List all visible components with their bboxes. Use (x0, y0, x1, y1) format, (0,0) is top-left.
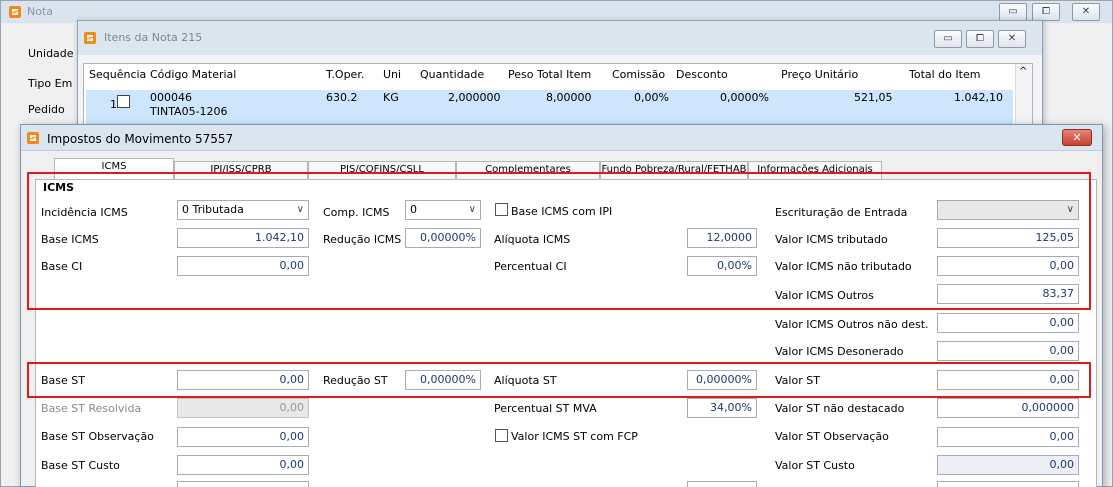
col-toper[interactable]: T.Oper. (326, 68, 364, 81)
valor-icms-st-fcp-checkbox[interactable] (495, 429, 508, 442)
minimize-button[interactable]: ▭ (934, 30, 962, 48)
base-st-custo-field[interactable]: 0,00 (177, 455, 309, 475)
app-logo-icon (27, 132, 39, 144)
valor-st-observacao-label: Valor ST Observação (775, 430, 889, 443)
tipo-em-label: Tipo Em (28, 77, 73, 90)
close-button[interactable]: ✕ (998, 30, 1026, 48)
col-quantidade[interactable]: Quantidade (420, 68, 484, 81)
maximize-button[interactable]: ⧠ (966, 30, 994, 48)
impostos-window: Impostos do Movimento 57557 ✕ ICMS IPI/I… (20, 124, 1103, 487)
row-peso: 8,00000 (546, 91, 592, 104)
row-code: 000046 (150, 91, 192, 104)
valor-icms-outros-nd-label: Valor ICMS Outros não dest. (775, 318, 929, 331)
base-st-resolvida-label: Base ST Resolvida (41, 402, 142, 415)
col-desconto[interactable]: Desconto (676, 68, 728, 81)
base-st-observacao-label: Base ST Observação (41, 430, 154, 443)
maximize-button[interactable]: ⧠ (1032, 3, 1060, 21)
col-peso[interactable]: Peso Total Item (508, 68, 591, 81)
valor-st-custo-label: Valor ST Custo (775, 459, 855, 472)
col-uni[interactable]: Uni (383, 68, 401, 81)
col-comissao[interactable]: Comissão (612, 68, 665, 81)
next-row-field[interactable] (177, 481, 309, 487)
highlight-icms-box (27, 172, 1091, 310)
row-uni: KG (383, 91, 399, 104)
impostos-titlebar: Impostos do Movimento 57557 ✕ (21, 125, 1102, 151)
row-quantidade: 2,000000 (448, 91, 501, 104)
app-logo-icon (84, 32, 96, 44)
valor-icms-desonerado-field[interactable]: 0,00 (937, 341, 1079, 361)
row-seq: 1 (110, 98, 117, 111)
row-toper: 630.2 (326, 91, 358, 104)
base-st-resolvida-field: 0,00 (177, 398, 309, 418)
col-preco-unitario[interactable]: Preço Unitário (781, 68, 858, 81)
percentual-st-mva-label: Percentual ST MVA (494, 402, 597, 415)
col-sequencia[interactable]: Sequência (89, 68, 146, 81)
row-total: 1.042,10 (954, 91, 1003, 104)
col-total-item[interactable]: Total do Item (909, 68, 980, 81)
app-logo-icon (9, 6, 21, 18)
unidade-label: Unidade (28, 47, 74, 60)
close-button[interactable]: ✕ (1062, 129, 1092, 146)
next-row-field[interactable] (937, 481, 1079, 487)
percentual-st-mva-field[interactable]: 34,00% (687, 398, 757, 418)
col-codigo-material[interactable]: Código Material (150, 68, 236, 81)
row-checkbox[interactable] (117, 95, 130, 108)
row-preco: 521,05 (854, 91, 893, 104)
base-st-custo-label: Base ST Custo (41, 459, 120, 472)
nota-title: Nota (27, 5, 54, 18)
itens-grid: Sequência Código Material T.Oper. Uni Qu… (83, 63, 1033, 131)
valor-st-custo-field[interactable]: 0,00 (937, 455, 1079, 475)
row-desconto: 0,0000% (720, 91, 769, 104)
next-row-field[interactable] (687, 481, 757, 487)
close-button[interactable]: ✕ (1072, 3, 1100, 21)
itens-title: Itens da Nota 215 (104, 31, 203, 44)
row-comissao: 0,00% (634, 91, 669, 104)
valor-st-nao-destacado-field[interactable]: 0,000000 (937, 398, 1079, 418)
minimize-button[interactable]: ▭ (999, 3, 1027, 21)
grid-scrollbar[interactable]: ^ (1015, 64, 1032, 130)
itens-window: Itens da Nota 215 ▭ ⧠ ✕ Sequência Código… (77, 20, 1043, 131)
pedido-label: Pedido (28, 103, 65, 116)
impostos-title: Impostos do Movimento 57557 (47, 132, 234, 146)
highlight-st-box (27, 362, 1091, 398)
valor-icms-desonerado-label: Valor ICMS Desonerado (775, 345, 904, 358)
itens-titlebar: Itens da Nota 215 ▭ ⧠ ✕ (78, 21, 1042, 55)
valor-icms-outros-nd-field[interactable]: 0,00 (937, 313, 1079, 333)
row-code-sub: TINTA05-1206 (150, 105, 228, 118)
valor-st-observacao-field[interactable]: 0,00 (937, 427, 1079, 447)
scroll-up-icon[interactable]: ^ (1019, 66, 1027, 77)
valor-icms-st-fcp-label: Valor ICMS ST com FCP (511, 430, 638, 443)
base-st-observacao-field[interactable]: 0,00 (177, 427, 309, 447)
valor-st-nao-destacado-label: Valor ST não destacado (775, 402, 905, 415)
